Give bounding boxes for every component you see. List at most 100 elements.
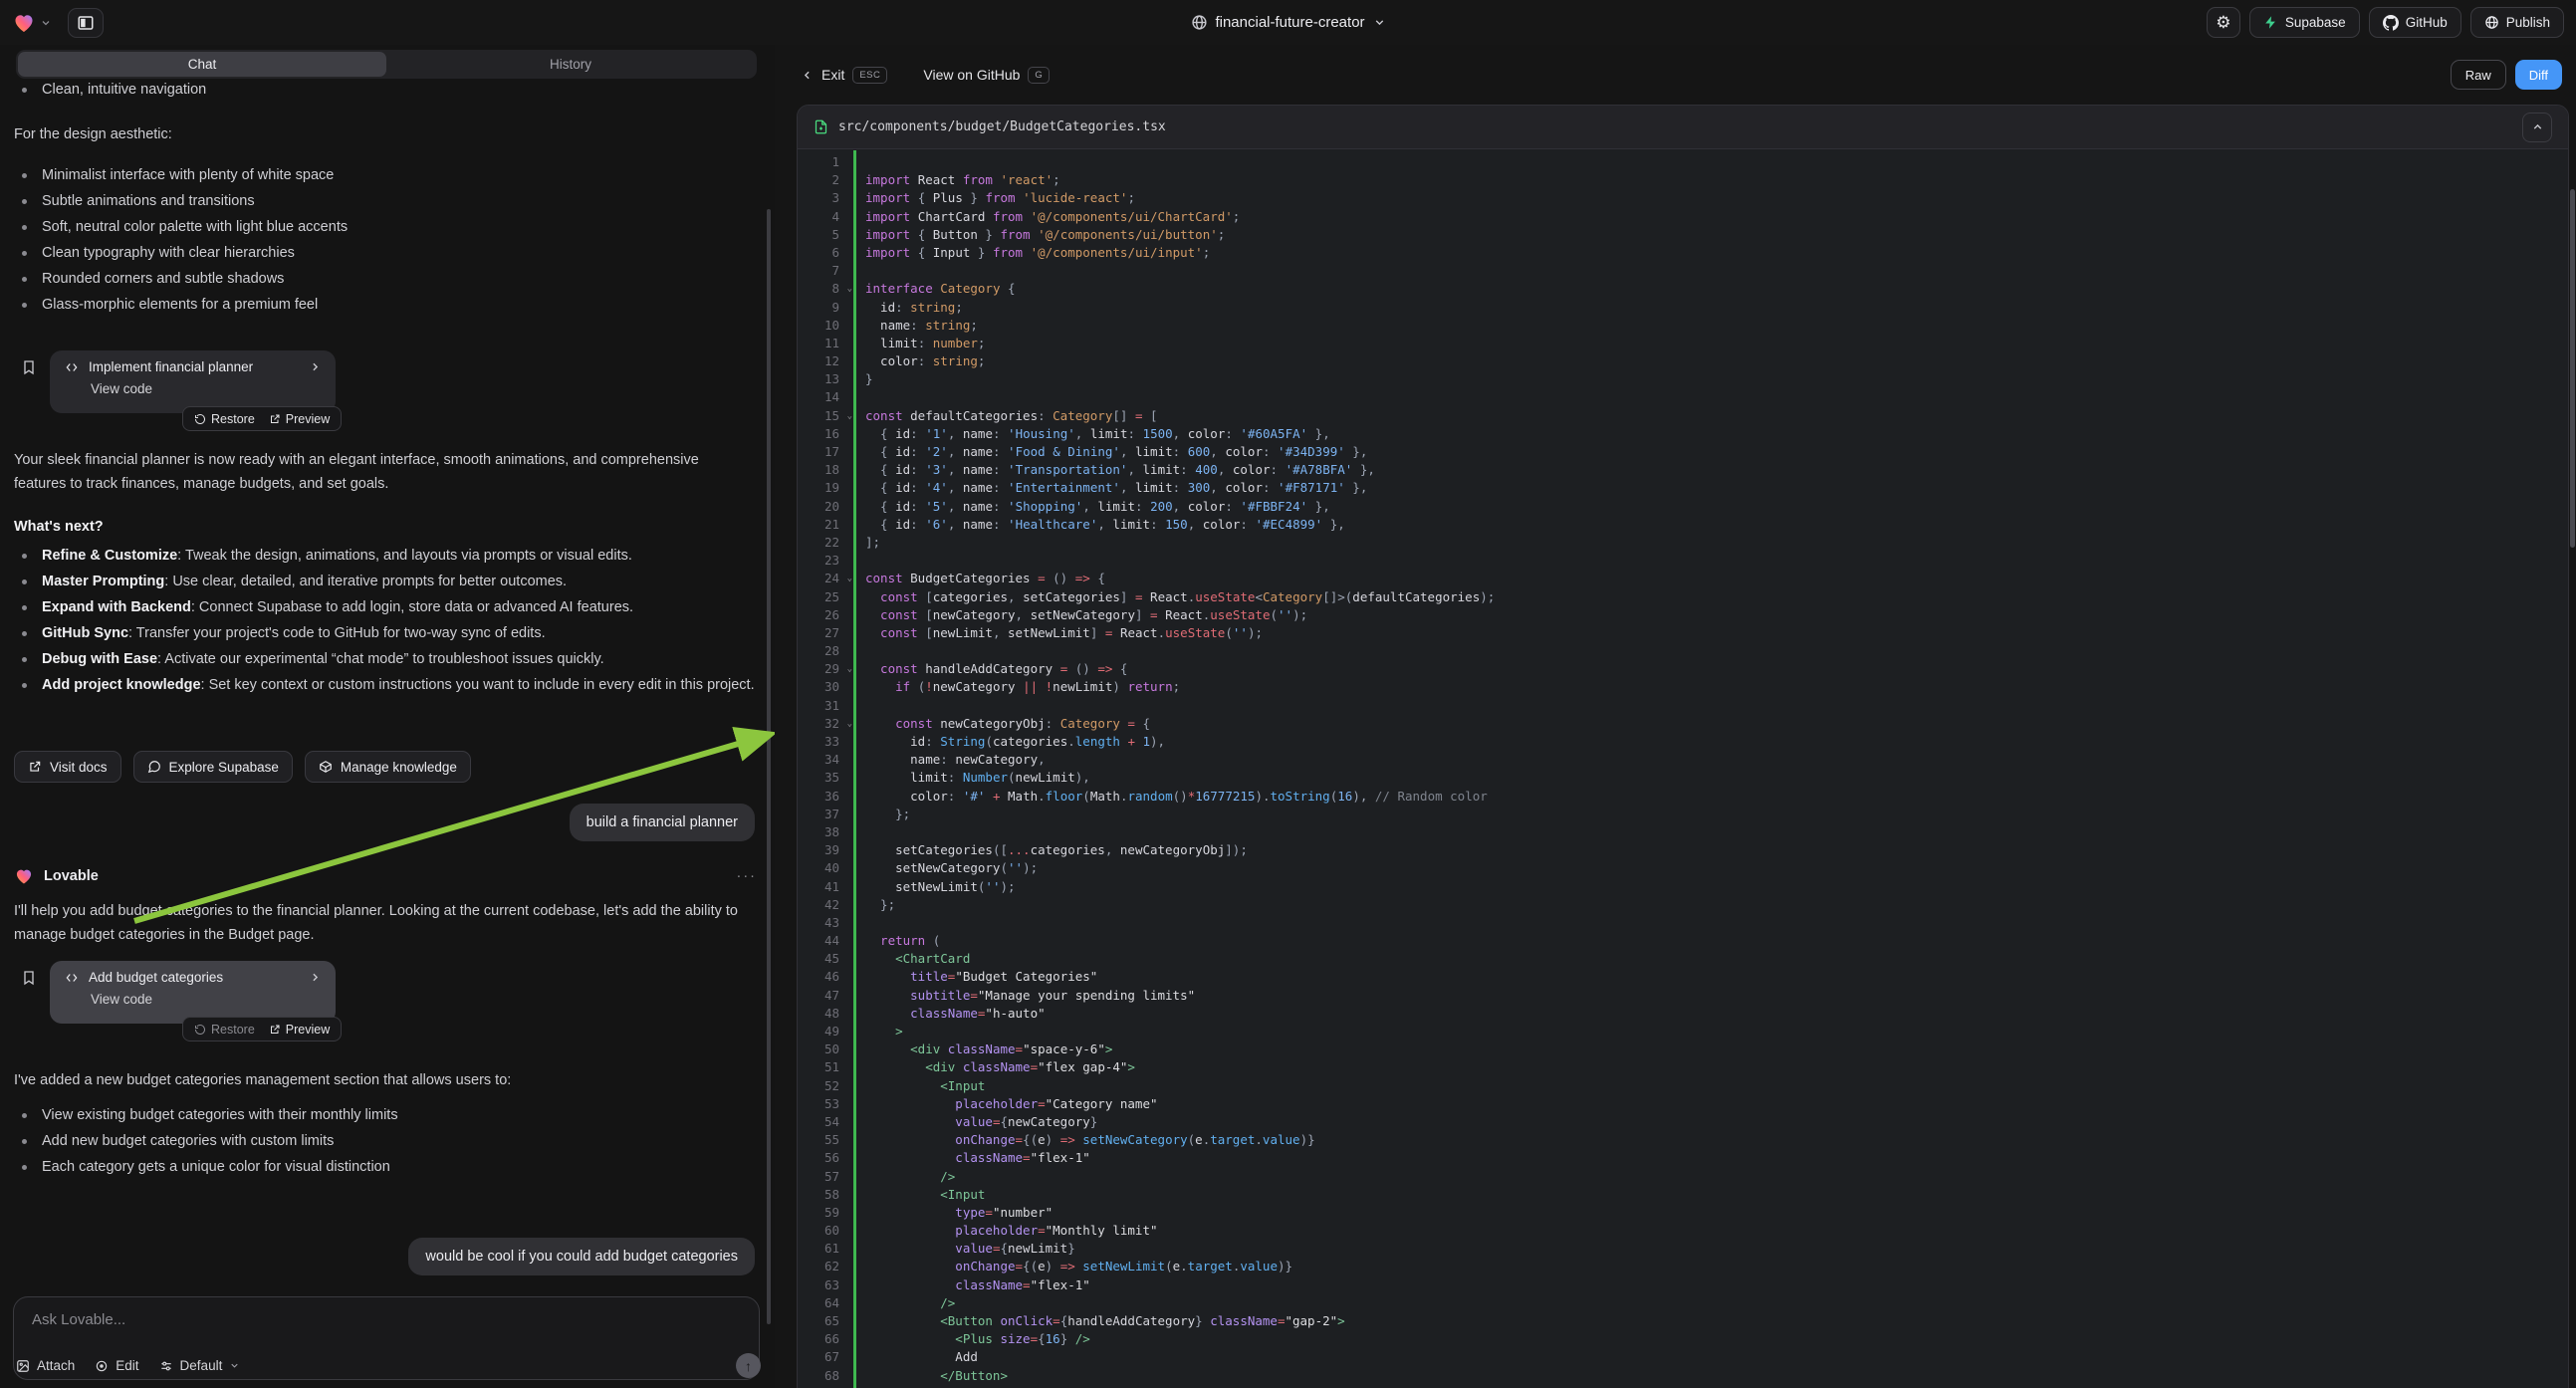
publish-button[interactable]: Publish	[2470, 7, 2564, 38]
code-line: 5import { Button } from '@/components/ui…	[798, 226, 2568, 244]
code-line: 30 if (!newCategory || !newLimit) return…	[798, 678, 2568, 696]
lovable-heart-icon	[12, 11, 36, 35]
settings-button[interactable]: ⚙	[2207, 7, 2240, 38]
list-item: Clean typography with clear hierarchies	[0, 240, 757, 266]
lovable-logo-menu[interactable]	[12, 11, 52, 35]
fold-chevron-icon[interactable]: ⌄	[847, 715, 852, 733]
list-item: Master Prompting: Use clear, detailed, a…	[0, 569, 765, 594]
code-line: 2import React from 'react';	[798, 171, 2568, 189]
restore-button[interactable]: Restore	[194, 412, 255, 426]
github-button[interactable]: GitHub	[2369, 7, 2461, 38]
topbar: financial-future-creator ⚙ Supabase GitH…	[0, 0, 2576, 45]
code-line: 64 />	[798, 1294, 2568, 1312]
fold-chevron-icon[interactable]: ⌄	[847, 280, 852, 298]
fold-chevron-icon[interactable]: ⌄	[847, 570, 852, 587]
code-line: 20 { id: '5', name: 'Shopping', limit: 2…	[798, 498, 2568, 516]
view-code-link[interactable]: View code	[64, 992, 322, 1007]
user-message: build a financial planner	[570, 804, 755, 841]
chat-bubble-icon	[147, 760, 161, 774]
code-line: 26 const [newCategory, setNewCategory] =…	[798, 606, 2568, 624]
bookmark-icon[interactable]	[21, 969, 37, 987]
preview-button[interactable]: Preview	[269, 1023, 330, 1037]
fold-chevron-icon[interactable]: ⌄	[847, 407, 852, 425]
attach-button[interactable]: Attach	[16, 1358, 75, 1373]
g-kbd-badge: G	[1028, 67, 1050, 84]
list-item: Clean, intuitive navigation	[0, 77, 757, 103]
version-card-title: Implement financial planner	[89, 359, 253, 374]
version-card-title: Add budget categories	[89, 970, 223, 985]
exit-button[interactable]: Exit ESC	[801, 67, 887, 84]
list-item: Refine & Customize: Tweak the design, an…	[0, 543, 765, 569]
explore-supabase-button[interactable]: Explore Supabase	[133, 751, 293, 783]
github-icon	[2383, 15, 2399, 31]
tab-history[interactable]: History	[386, 52, 755, 77]
message-menu-button[interactable]: ···	[737, 868, 758, 884]
code-line: 8⌄interface Category {	[798, 280, 2568, 298]
code-line: 50 <div className="space-y-6">	[798, 1041, 2568, 1058]
code-line: 59 type="number"	[798, 1204, 2568, 1222]
code-line: 65 <Button onClick={handleAddCategory} c…	[798, 1312, 2568, 1330]
whats-next-list: Refine & Customize: Tweak the design, an…	[0, 543, 765, 698]
mode-selector[interactable]: Default	[159, 1358, 241, 1373]
preview-button[interactable]: Preview	[269, 412, 330, 426]
list-item: Debug with Ease: Activate our experiment…	[0, 646, 765, 672]
code-area[interactable]: 12import React from 'react';3import { Pl…	[798, 150, 2568, 1388]
view-code-link[interactable]: View code	[64, 381, 322, 396]
code-line: 55 onChange={(e) => setNewCategory(e.tar…	[798, 1131, 2568, 1149]
list-item: GitHub Sync: Transfer your project's cod…	[0, 620, 765, 646]
chevron-right-icon	[309, 971, 322, 984]
chat-panel: Chat History Clean, intuitive navigation…	[0, 45, 775, 1388]
fold-chevron-icon[interactable]: ⌄	[847, 660, 852, 678]
chat-input-toolbar: Attach Edit Default ↑	[16, 1353, 761, 1378]
design-bullet-list: Minimalist interface with plenty of whit…	[0, 162, 757, 318]
raw-toggle-button[interactable]: Raw	[2451, 60, 2506, 90]
summary-paragraph: Your sleek financial planner is now read…	[14, 448, 753, 496]
collapse-file-button[interactable]	[2522, 113, 2552, 142]
code-line: 63 className="flex-1"	[798, 1276, 2568, 1294]
code-icon	[64, 360, 80, 374]
restore-button[interactable]: Restore	[194, 1023, 255, 1037]
code-line: 37 };	[798, 806, 2568, 823]
code-line: 52 <Input	[798, 1077, 2568, 1095]
code-line: 51 <div className="flex gap-4">	[798, 1058, 2568, 1076]
chat-scrollbar[interactable]	[767, 209, 771, 1324]
code-line: 61 value={newLimit}	[798, 1240, 2568, 1258]
code-line: 22];	[798, 534, 2568, 552]
bookmark-icon[interactable]	[21, 358, 37, 376]
tab-chat[interactable]: Chat	[18, 52, 386, 77]
code-line: 28	[798, 642, 2568, 660]
code-header: Exit ESC View on GitHub G Raw Diff	[775, 45, 2576, 105]
list-item: Subtle animations and transitions	[0, 188, 757, 214]
code-line: 46 title="Budget Categories"	[798, 968, 2568, 986]
code-line: 43	[798, 914, 2568, 932]
version-card-add-budget-categories[interactable]: Add budget categories View code	[50, 961, 336, 1024]
external-link-icon	[269, 1024, 281, 1036]
code-line: 7	[798, 262, 2568, 280]
project-name: financial-future-creator	[1215, 14, 1364, 31]
file-bar[interactable]: src/components/budget/BudgetCategories.t…	[798, 106, 2568, 149]
file-diff-card: src/components/budget/BudgetCategories.t…	[797, 105, 2569, 1388]
diff-toggle-button[interactable]: Diff	[2515, 60, 2562, 90]
image-icon	[16, 1359, 30, 1373]
code-line: 23	[798, 552, 2568, 570]
project-switcher[interactable]: financial-future-creator	[1190, 0, 1385, 45]
visit-docs-button[interactable]: Visit docs	[14, 751, 121, 783]
code-line: 48 className="h-auto"	[798, 1005, 2568, 1023]
view-on-github-button[interactable]: View on GitHub G	[923, 67, 1050, 84]
code-line: 67 Add	[798, 1348, 2568, 1366]
manage-knowledge-button[interactable]: Manage knowledge	[305, 751, 471, 783]
code-line: 19 { id: '4', name: 'Entertainment', lim…	[798, 479, 2568, 497]
supabase-label: Supabase	[2285, 15, 2346, 30]
assistant-header: Lovable ···	[14, 866, 757, 886]
send-button[interactable]: ↑	[736, 1353, 761, 1378]
code-line: 42 };	[798, 896, 2568, 914]
supabase-button[interactable]: Supabase	[2249, 7, 2360, 38]
toggle-sidebar-button[interactable]	[68, 8, 104, 38]
version-card-implement-financial-planner[interactable]: Implement financial planner View code	[50, 350, 336, 413]
publish-globe-icon	[2484, 15, 2499, 30]
code-scrollbar[interactable]	[2570, 189, 2575, 548]
code-line: 36 color: '#' + Math.floor(Math.random()…	[798, 788, 2568, 806]
code-line: 60 placeholder="Monthly limit"	[798, 1222, 2568, 1240]
edit-button[interactable]: Edit	[95, 1358, 138, 1373]
intro-list: Clean, intuitive navigation	[0, 77, 757, 103]
